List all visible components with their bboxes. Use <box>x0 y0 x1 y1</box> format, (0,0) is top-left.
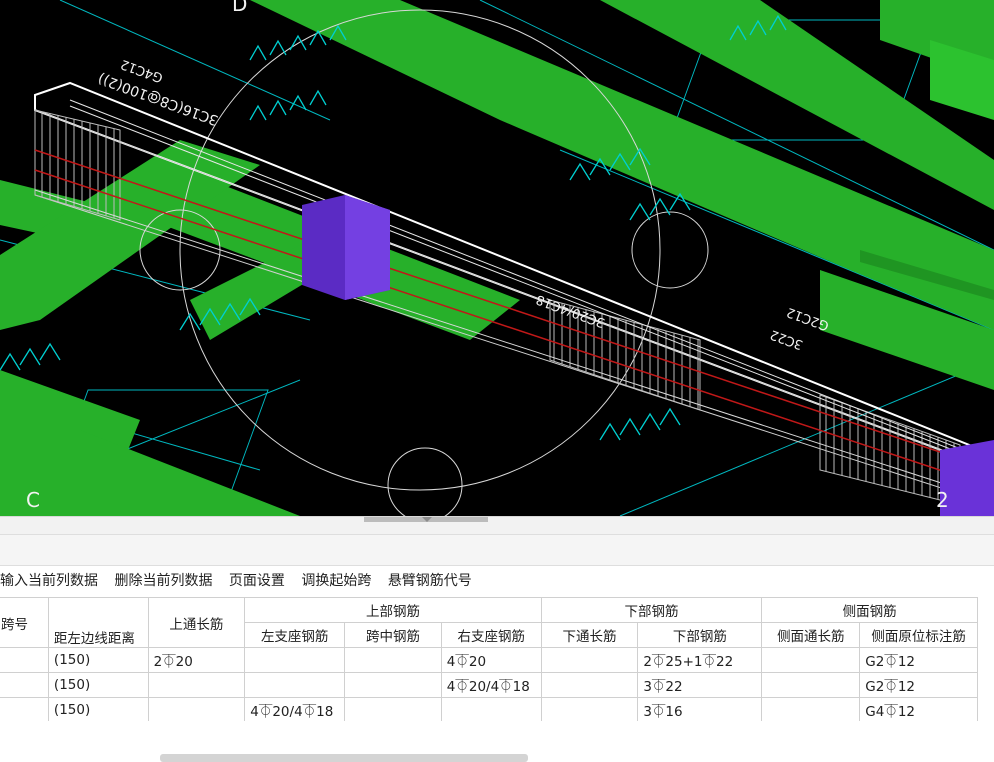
page-setup-button[interactable]: 页面设置 <box>229 570 285 590</box>
header-right-support: 右支座钢筋 <box>440 622 542 648</box>
input-column-data-button[interactable]: 输入当前列数据 <box>0 570 98 590</box>
table-row: (150) 4⏁20/4⏁18 3⏁22 G2⏁12 <box>0 672 978 698</box>
rebar-input-table: 跨号 距左边线距离 上通长筋 上部钢筋 下部钢筋 侧面钢筋 左支座钢筋 跨中钢筋… <box>0 597 978 721</box>
cell-span-no[interactable] <box>0 672 49 698</box>
cell-top-through[interactable] <box>147 672 246 698</box>
panel-splitter[interactable] <box>0 516 994 535</box>
cell-top-through[interactable]: 2⏁20 <box>147 647 246 673</box>
delete-column-data-button[interactable]: 删除当前列数据 <box>114 570 212 590</box>
header-side-original: 侧面原位标注筋 <box>859 622 978 648</box>
cell-right-support[interactable]: 4⏁20/4⏁18 <box>440 672 542 698</box>
cell-side-original[interactable]: G2⏁12 <box>859 672 978 698</box>
cantilever-rebar-code-button[interactable]: 悬臂钢筋代号 <box>388 570 472 590</box>
cell-left-distance[interactable]: (150) <box>47 647 149 673</box>
cell-mid-span[interactable] <box>344 697 442 721</box>
swap-start-span-button[interactable]: 调换起始跨 <box>301 570 371 590</box>
cell-bottom-through[interactable] <box>540 672 639 698</box>
splitter-collapse-handle[interactable] <box>364 517 488 522</box>
table-toolbar: 输入当前列数据 删除当前列数据 页面设置 调换起始跨 悬臂钢筋代号 <box>0 570 484 592</box>
cell-bottom-bars[interactable]: 2⏁25+1⏁22 <box>637 647 763 673</box>
header-left-distance: 距左边线距离 <box>47 597 149 648</box>
cell-top-through[interactable] <box>147 697 246 721</box>
grid-label-d: D <box>232 0 248 16</box>
cell-right-support[interactable] <box>440 697 542 721</box>
header-bottom-bars: 下部钢筋 <box>637 622 763 648</box>
table-row: (150) 2⏁20 4⏁20 2⏁25+1⏁22 G2⏁12 <box>0 647 978 673</box>
cell-left-distance[interactable]: (150) <box>47 697 149 721</box>
cell-left-distance[interactable]: (150) <box>47 672 149 698</box>
3d-rebar-viewport[interactable]: D C 2 3C16(C8@100(2)) G4C12 3C22 G2C12 3… <box>0 0 994 516</box>
cell-mid-span[interactable] <box>344 672 442 698</box>
cell-mid-span[interactable] <box>344 647 442 673</box>
cell-left-support[interactable]: 4⏁20/4⏁18 <box>244 697 346 721</box>
cell-span-no[interactable] <box>0 697 49 721</box>
cell-left-support[interactable] <box>244 647 346 673</box>
header-mid-span: 跨中钢筋 <box>344 622 442 648</box>
panel-tab-strip <box>0 534 994 566</box>
cell-left-support[interactable] <box>244 672 346 698</box>
cell-bottom-through[interactable] <box>540 647 639 673</box>
header-span-no: 跨号 <box>0 597 49 648</box>
cell-side-original[interactable]: G4⏁12 <box>859 697 978 721</box>
cell-side-through[interactable] <box>761 672 861 698</box>
header-side-group: 侧面钢筋 <box>761 597 978 623</box>
header-top-group: 上部钢筋 <box>244 597 542 623</box>
header-bottom-through: 下通长筋 <box>540 622 639 648</box>
cell-right-support[interactable]: 4⏁20 <box>440 647 542 673</box>
table-row: (150) 4⏁20/4⏁18 3⏁16 G4⏁12 <box>0 697 978 721</box>
header-top-through: 上通长筋 <box>147 597 246 648</box>
cell-side-through[interactable] <box>761 647 861 673</box>
header-bottom-group: 下部钢筋 <box>540 597 763 623</box>
header-side-through: 侧面通长筋 <box>761 622 861 648</box>
cell-bottom-bars[interactable]: 3⏁22 <box>637 672 763 698</box>
grid-label-2: 2 <box>936 488 949 512</box>
cell-span-no[interactable] <box>0 647 49 673</box>
header-left-support: 左支座钢筋 <box>244 622 346 648</box>
cell-bottom-bars[interactable]: 3⏁16 <box>637 697 763 721</box>
cell-side-original[interactable]: G2⏁12 <box>859 647 978 673</box>
horizontal-scrollbar-thumb[interactable] <box>160 754 528 762</box>
grid-label-c: C <box>26 488 40 512</box>
cell-bottom-through[interactable] <box>540 697 639 721</box>
rebar-table-container[interactable]: 跨号 距左边线距离 上通长筋 上部钢筋 下部钢筋 侧面钢筋 左支座钢筋 跨中钢筋… <box>0 597 994 721</box>
cell-side-through[interactable] <box>761 697 861 721</box>
